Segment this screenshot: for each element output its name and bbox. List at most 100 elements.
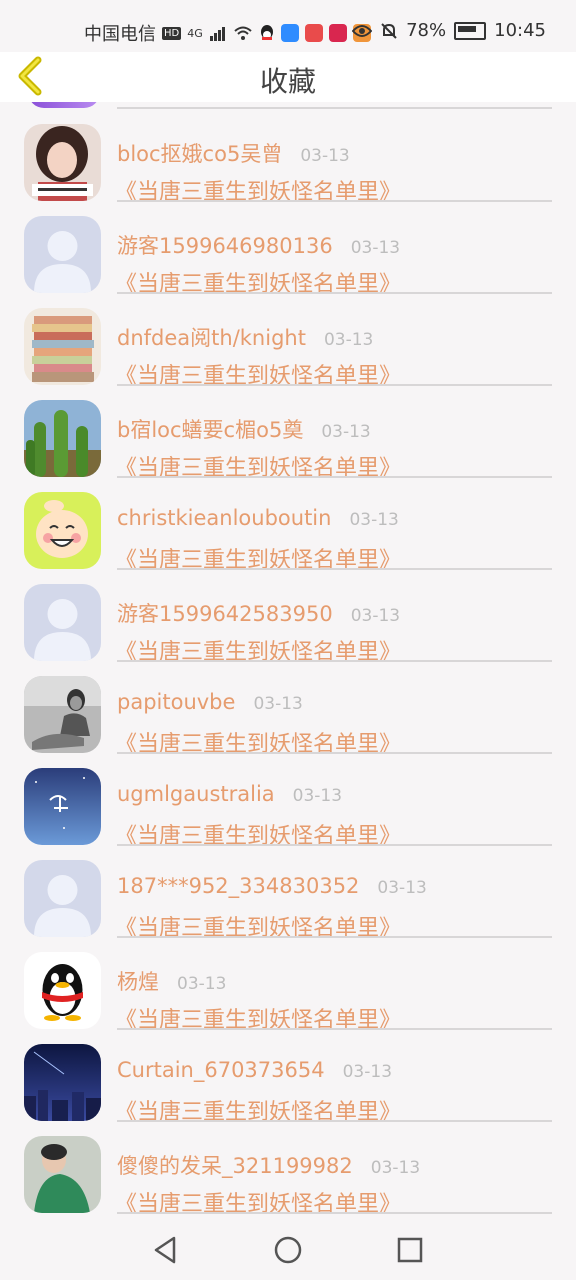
- avatar[interactable]: [24, 216, 101, 293]
- qq-notification-icon: [260, 25, 273, 40]
- user-name: 游客1599642583950: [117, 602, 333, 626]
- list-item[interactable]: bloc抠娥co5吴曾 03-13 《当唐三重生到妖怪名单里》: [0, 110, 576, 205]
- avatar[interactable]: [24, 492, 101, 569]
- name-line: 游客1599642583950 03-13: [117, 598, 400, 628]
- carrier-label: 中国电信: [84, 24, 156, 45]
- partial-list-item: [0, 102, 576, 109]
- header-bar: 收藏: [0, 52, 576, 102]
- status-left: 中国电信 HD 4G: [84, 20, 371, 46]
- nav-back-button[interactable]: [150, 1234, 182, 1266]
- name-line: dnfdea阅th/knight 03-13: [117, 322, 373, 352]
- list-item[interactable]: 187***952_334830352 03-13 《当唐三重生到妖怪名单里》: [0, 846, 576, 941]
- item-date: 03-13: [292, 786, 343, 806]
- item-date: 03-13: [342, 1062, 393, 1082]
- cactus-image: [24, 400, 101, 477]
- list-item[interactable]: 杨煌 03-13 《当唐三重生到妖怪名单里》: [0, 938, 576, 1033]
- avatar[interactable]: [24, 308, 101, 385]
- item-date: 03-13: [377, 878, 427, 898]
- default-avatar-image: [24, 216, 101, 293]
- status-bar: 中国电信 HD 4G 78% 10:45: [0, 0, 576, 50]
- item-date: 03-13: [300, 146, 350, 166]
- item-date: 03-13: [350, 238, 401, 258]
- user-name: 187***952_334830352: [117, 874, 360, 898]
- user-name: 傻傻的发呆_321199982: [117, 1154, 353, 1178]
- avatar[interactable]: [24, 1136, 101, 1213]
- circle-home-icon: [274, 1236, 302, 1264]
- video-app-icon: [328, 24, 347, 42]
- name-line: ugmlgaustralia 03-13: [117, 782, 342, 806]
- item-date: 03-13: [370, 1158, 421, 1178]
- avatar[interactable]: [24, 124, 101, 201]
- item-date: 03-13: [350, 606, 401, 626]
- name-line: papitouvbe 03-13: [117, 690, 303, 714]
- item-date: 03-13: [349, 510, 399, 530]
- blue-sky-image: [24, 768, 101, 845]
- eye-icon: [352, 24, 373, 37]
- avatar[interactable]: [24, 768, 101, 845]
- bw-photo-image: [24, 676, 101, 753]
- name-line: b宿loc蟮要c楣o5奠 03-13: [117, 414, 371, 444]
- list-item[interactable]: 傻傻的发呆_321199982 03-13 《当唐三重生到妖怪名单里》: [0, 1122, 576, 1217]
- item-date: 03-13: [323, 330, 374, 350]
- wifi-icon: [234, 26, 252, 40]
- user-name: bloc抠娥co5吴曾: [117, 142, 283, 166]
- mute-bell-icon: [381, 22, 397, 39]
- avatar: [28, 102, 100, 108]
- user-name: ugmlgaustralia: [117, 782, 275, 806]
- night-city-image: [24, 1044, 101, 1121]
- green-photo-image: [24, 1136, 101, 1213]
- list-item[interactable]: 游客1599646980136 03-13 《当唐三重生到妖怪名单里》: [0, 202, 576, 297]
- name-line: bloc抠娥co5吴曾 03-13: [117, 138, 350, 168]
- avatar[interactable]: [24, 952, 101, 1029]
- avatar[interactable]: [24, 400, 101, 477]
- list-item[interactable]: Curtain_670373654 03-13 《当唐三重生到妖怪名单里》: [0, 1030, 576, 1125]
- avatar[interactable]: [24, 584, 101, 661]
- list-item[interactable]: dnfdea阅th/knight 03-13 《当唐三重生到妖怪名单里》: [0, 294, 576, 389]
- row-divider: [117, 107, 552, 109]
- user-name: b宿loc蟮要c楣o5奠: [117, 418, 304, 442]
- clock: 10:45: [494, 20, 546, 41]
- avatar[interactable]: [24, 860, 101, 937]
- list-item[interactable]: christkieanlouboutin 03-13 《当唐三重生到妖怪名单里》: [0, 478, 576, 573]
- list-item[interactable]: ugmlgaustralia 03-13 《当唐三重生到妖怪名单里》: [0, 754, 576, 849]
- name-line: Curtain_670373654 03-13: [117, 1058, 392, 1082]
- name-line: christkieanlouboutin 03-13: [117, 506, 399, 530]
- user-name: papitouvbe: [117, 690, 236, 714]
- hd-badge: HD: [162, 26, 182, 40]
- list-item[interactable]: 游客1599642583950 03-13 《当唐三重生到妖怪名单里》: [0, 570, 576, 665]
- cartoon-face-image: [24, 492, 101, 569]
- name-line: 杨煌 03-13: [117, 966, 226, 996]
- item-date: 03-13: [321, 422, 371, 442]
- name-line: 傻傻的发呆_321199982 03-13: [117, 1150, 420, 1180]
- favorites-list[interactable]: bloc抠娥co5吴曾 03-13 《当唐三重生到妖怪名单里》 游客159964…: [0, 102, 576, 1219]
- network-label: 4G: [187, 26, 203, 40]
- nav-recents-button[interactable]: [394, 1234, 426, 1266]
- nav-home-button[interactable]: [272, 1234, 304, 1266]
- square-recents-icon: [397, 1237, 423, 1263]
- battery-percent: 78%: [406, 20, 447, 41]
- list-item[interactable]: b宿loc蟮要c楣o5奠 03-13 《当唐三重生到妖怪名单里》: [0, 386, 576, 481]
- system-nav-bar: [0, 1220, 576, 1280]
- default-avatar-image: [24, 860, 101, 937]
- name-line: 游客1599646980136 03-13: [117, 230, 400, 260]
- default-avatar-image: [24, 584, 101, 661]
- item-date: 03-13: [177, 974, 227, 994]
- fabric-stack-image: [24, 308, 101, 385]
- status-right: 78% 10:45: [352, 20, 546, 41]
- avatar[interactable]: [24, 676, 101, 753]
- name-line: 187***952_334830352 03-13: [117, 874, 427, 898]
- item-date: 03-13: [253, 694, 303, 714]
- qq-penguin-image: [24, 952, 101, 1029]
- list-item[interactable]: papitouvbe 03-13 《当唐三重生到妖怪名单里》: [0, 662, 576, 757]
- user-name: 游客1599646980136: [117, 234, 333, 258]
- user-name: 杨煌: [117, 970, 159, 994]
- user-name: christkieanlouboutin: [117, 506, 332, 530]
- row-divider: [117, 1212, 552, 1214]
- user-name: dnfdea阅th/knight: [117, 326, 306, 350]
- signal-icon: [209, 27, 225, 41]
- book-app-icon: [304, 24, 323, 42]
- user-name: Curtain_670373654: [117, 1058, 325, 1082]
- page-title: 收藏: [259, 65, 316, 98]
- triangle-back-icon: [154, 1236, 176, 1264]
- avatar[interactable]: [24, 1044, 101, 1121]
